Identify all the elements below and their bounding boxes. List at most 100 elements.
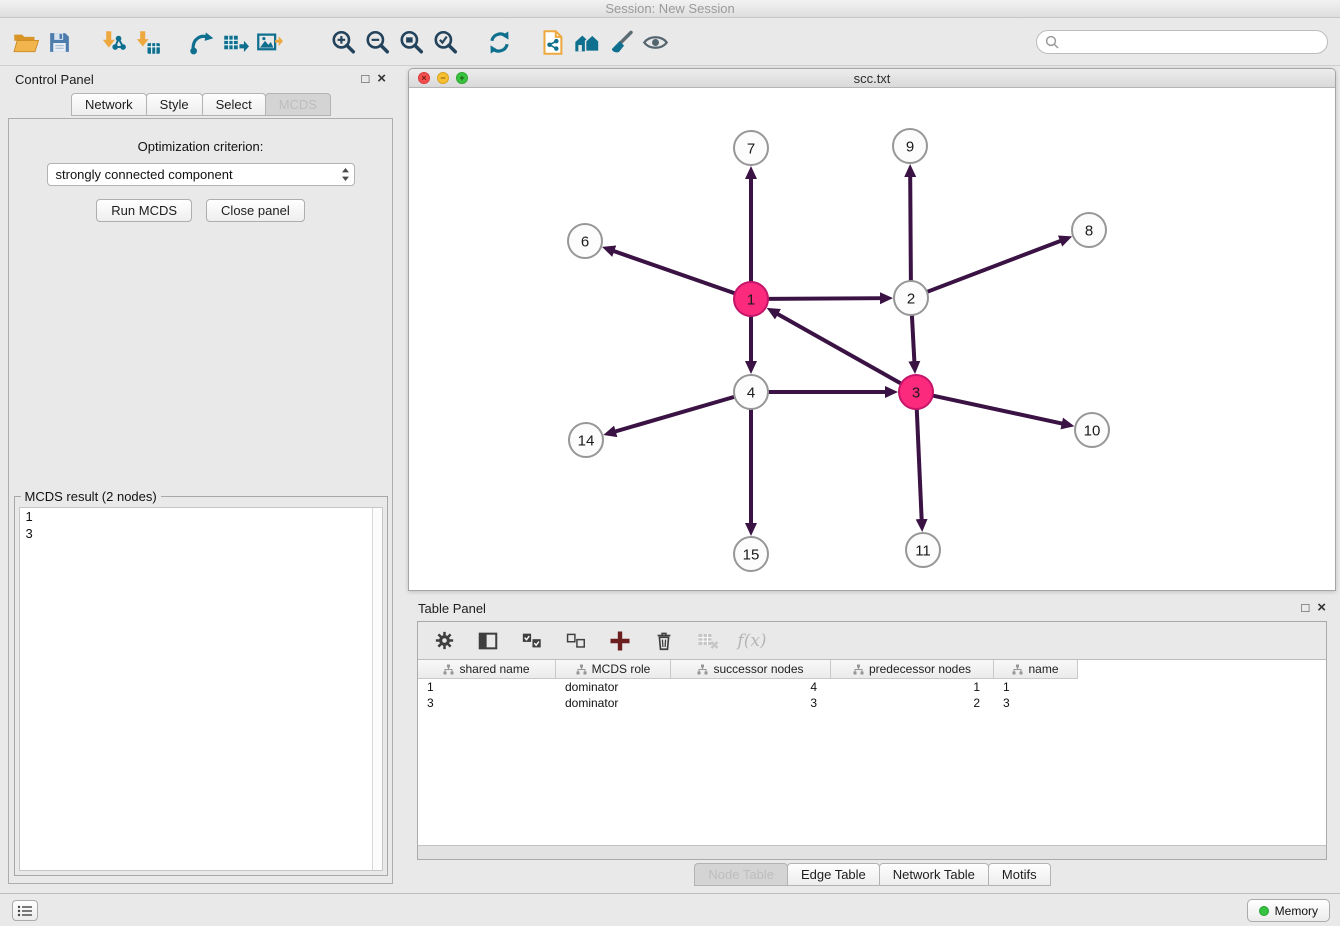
table-row[interactable]: 1dominator411 [418, 679, 1326, 695]
graph-node-3[interactable]: 3 [899, 375, 933, 409]
graph-node-15[interactable]: 15 [734, 537, 768, 571]
table-row[interactable]: 3dominator323 [418, 695, 1326, 711]
tab-node-table[interactable]: Node Table [694, 863, 788, 886]
control-panel-close-icon[interactable]: × [377, 72, 386, 86]
tab-style[interactable]: Style [146, 93, 203, 116]
function-builder-button[interactable]: f(x) [738, 627, 766, 655]
graph-node-14[interactable]: 14 [569, 423, 603, 457]
show-graphics-details-button[interactable] [638, 24, 672, 60]
graph-edge-3-11[interactable] [917, 409, 922, 520]
search-input[interactable] [1064, 35, 1319, 49]
apply-layout-button[interactable] [482, 24, 516, 60]
table-toolbar: f(x) [418, 622, 1326, 659]
close-window-button[interactable]: × [418, 72, 430, 84]
export-table-button[interactable] [218, 24, 252, 60]
graph-node-4[interactable]: 4 [734, 375, 768, 409]
graph-node-2[interactable]: 2 [894, 281, 928, 315]
minimize-window-button[interactable]: − [437, 72, 449, 84]
close-panel-button[interactable]: Close panel [206, 199, 305, 222]
svg-text:4: 4 [747, 384, 755, 401]
table-cell[interactable]: 4 [671, 679, 831, 695]
table-panel-close-icon[interactable]: × [1317, 601, 1326, 615]
save-session-button[interactable] [42, 24, 76, 60]
column-header-MCDS-role[interactable]: MCDS role [556, 660, 671, 679]
graph-edge-4-14[interactable] [615, 397, 735, 432]
criterion-select[interactable]: strongly connected component [47, 163, 355, 186]
table-cell[interactable]: 1 [831, 679, 994, 695]
column-header-shared-name[interactable]: shared name [418, 660, 556, 679]
import-network-button[interactable] [96, 24, 130, 60]
graph-edge-1-2[interactable] [768, 298, 881, 299]
zoom-fit-button[interactable] [394, 24, 428, 60]
task-history-button[interactable] [12, 900, 38, 921]
graph-edge-3-10[interactable] [933, 396, 1063, 424]
status-bar: Memory [0, 893, 1340, 926]
import-table-button[interactable] [130, 24, 164, 60]
memory-button[interactable]: Memory [1247, 899, 1330, 922]
graph-node-10[interactable]: 10 [1075, 413, 1109, 447]
zoom-window-button[interactable]: + [456, 72, 468, 84]
show-column-button[interactable] [474, 627, 502, 655]
graph-node-9[interactable]: 9 [893, 129, 927, 163]
table-cell[interactable]: dominator [556, 679, 671, 695]
control-panel-float-icon[interactable]: □ [361, 72, 369, 86]
graph-node-11[interactable]: 11 [906, 533, 940, 567]
control-panel-header: Control Panel □ × [5, 68, 396, 90]
table-cell[interactable]: 3 [994, 695, 1078, 711]
graph-node-8[interactable]: 8 [1072, 213, 1106, 247]
tab-network-table[interactable]: Network Table [879, 863, 989, 886]
graph-edge-3-1[interactable] [777, 314, 901, 384]
unselect-all-button[interactable] [562, 627, 590, 655]
open-browser-button[interactable] [536, 24, 570, 60]
search-icon [1045, 35, 1059, 49]
table-panel-float-icon[interactable]: □ [1301, 601, 1309, 615]
graph-node-7[interactable]: 7 [734, 131, 768, 165]
paint-style-button[interactable] [604, 24, 638, 60]
graph-edge-2-9[interactable] [910, 176, 911, 281]
network-graph[interactable]: 7 9 6 8 1 2 4 3 14 10 15 11 [409, 88, 1335, 590]
result-item[interactable]: 1 [20, 508, 382, 525]
tab-edge-table[interactable]: Edge Table [787, 863, 880, 886]
mcds-result-list: 1 3 [19, 507, 383, 871]
table-settings-button[interactable] [430, 627, 458, 655]
select-all-button[interactable] [518, 627, 546, 655]
graph-edge-2-3[interactable] [912, 315, 915, 362]
export-network-icon [188, 29, 215, 56]
export-image-button[interactable] [252, 24, 286, 60]
table-horizontal-scrollbar[interactable] [418, 845, 1326, 859]
delete-table-button[interactable] [694, 627, 722, 655]
graph-node-1[interactable]: 1 [734, 282, 768, 316]
plus-icon [608, 629, 632, 653]
home-button[interactable] [570, 24, 604, 60]
table-cell[interactable]: 2 [831, 695, 994, 711]
table-cell[interactable]: 3 [418, 695, 556, 711]
column-header-predecessor-nodes[interactable]: predecessor nodes [831, 660, 994, 679]
graph-edge-1-6[interactable] [613, 251, 735, 293]
home-icon [573, 28, 601, 56]
tab-select[interactable]: Select [202, 93, 266, 116]
result-item[interactable]: 3 [20, 525, 382, 542]
tab-motifs[interactable]: Motifs [988, 863, 1051, 886]
zoom-in-button[interactable] [326, 24, 360, 60]
table-cell[interactable]: 3 [671, 695, 831, 711]
table-cell[interactable]: 1 [418, 679, 556, 695]
result-list-scrollbar[interactable] [372, 508, 382, 870]
run-mcds-button[interactable]: Run MCDS [96, 199, 192, 222]
table-cell[interactable]: 1 [994, 679, 1078, 695]
network-canvas[interactable]: 7 9 6 8 1 2 4 3 14 10 15 11 [409, 88, 1335, 590]
column-header-successor-nodes[interactable]: successor nodes [671, 660, 831, 679]
zoom-out-button[interactable] [360, 24, 394, 60]
graph-edge-2-8[interactable] [927, 241, 1061, 292]
graph-node-6[interactable]: 6 [568, 224, 602, 258]
column-header-name[interactable]: name [994, 660, 1078, 679]
zoom-selected-button[interactable] [428, 24, 462, 60]
add-row-button[interactable] [606, 627, 634, 655]
refresh-icon [486, 29, 513, 56]
column-sort-icon [853, 664, 864, 675]
table-cell[interactable]: dominator [556, 695, 671, 711]
open-session-button[interactable] [8, 24, 42, 60]
tab-network[interactable]: Network [71, 93, 147, 116]
delete-row-button[interactable] [650, 627, 678, 655]
export-network-button[interactable] [184, 24, 218, 60]
tab-mcds[interactable]: MCDS [265, 93, 331, 116]
